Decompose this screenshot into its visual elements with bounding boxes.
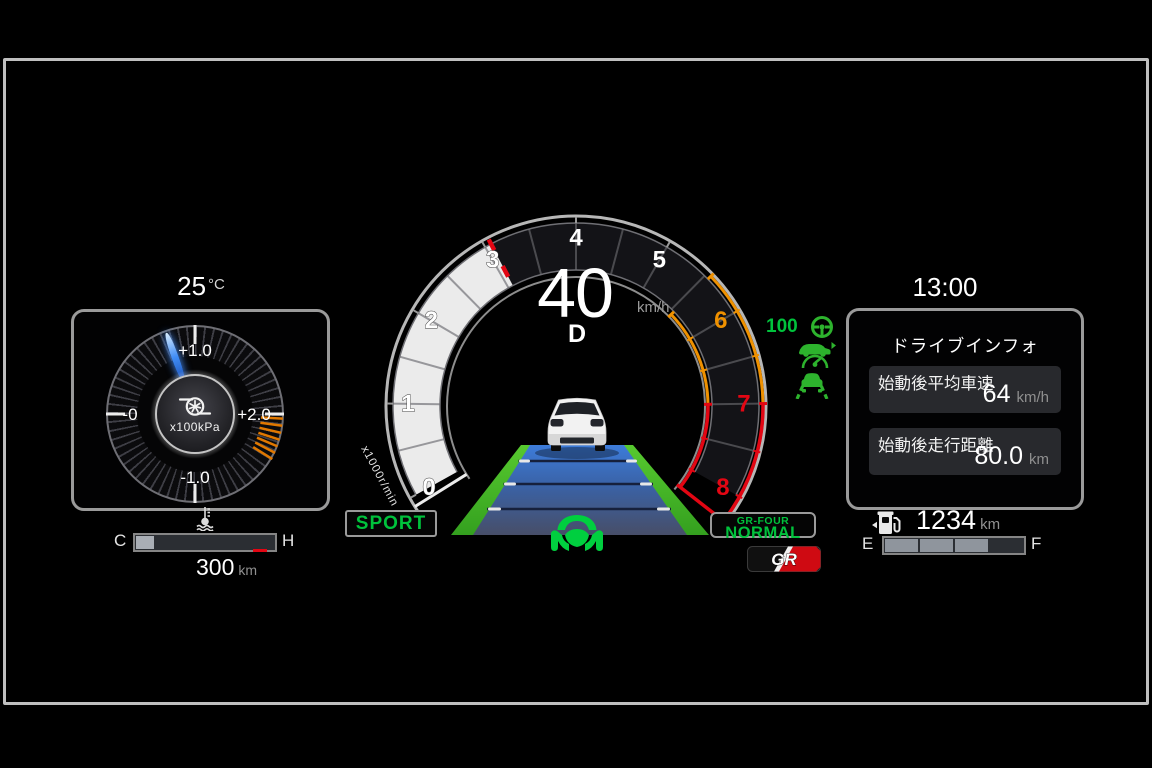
- tachometer-dial: 012345678: [0, 0, 1152, 768]
- svg-text:4: 4: [569, 225, 583, 252]
- svg-text:0: 0: [422, 474, 435, 501]
- speed-unit: km/h: [637, 299, 670, 316]
- lane-assist-steering-icon: [548, 511, 606, 561]
- drive-mode-badge: SPORT: [345, 510, 437, 537]
- svg-text:1: 1: [401, 390, 414, 417]
- svg-text:8: 8: [716, 474, 729, 501]
- svg-text:7: 7: [737, 390, 750, 417]
- svg-text:GR: GR: [771, 550, 797, 569]
- speed-value: 40: [495, 258, 655, 328]
- svg-text:6: 6: [714, 307, 727, 334]
- gr-logo: GR: [747, 546, 821, 572]
- awd-mode-value: NORMAL: [712, 525, 814, 542]
- svg-text:2: 2: [425, 307, 438, 334]
- gear-indicator: D: [527, 320, 627, 349]
- instrument-cluster: 012345678 x1000r/min 40 km/h D 25°C 13:0…: [0, 0, 1152, 768]
- awd-mode-badge: GR-FOUR NORMAL: [710, 512, 816, 538]
